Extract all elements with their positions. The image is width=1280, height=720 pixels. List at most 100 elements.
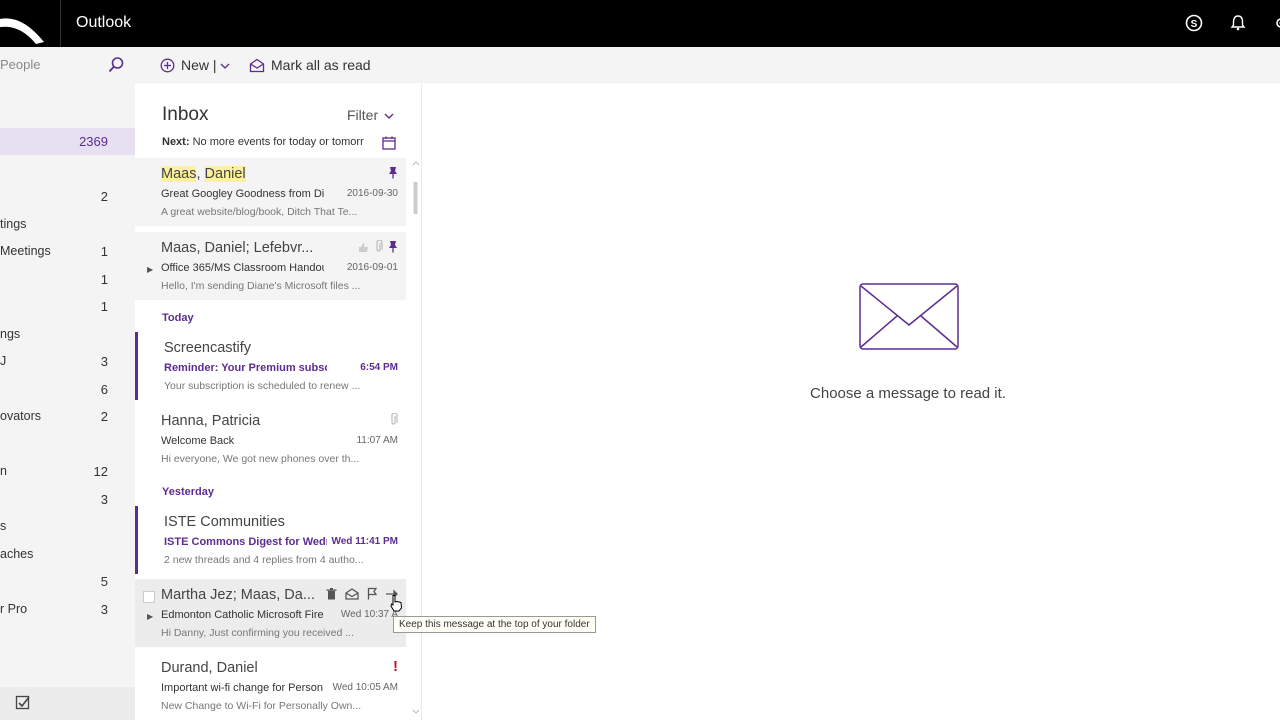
- folder-unread-count: 6: [100, 381, 108, 397]
- next-event-bar[interactable]: Next: No more events for today or tomorr: [162, 136, 372, 148]
- folder-pane-footer: [0, 687, 135, 720]
- message-actions: [389, 412, 398, 431]
- chevron-down-icon: [384, 107, 394, 123]
- message-item[interactable]: Durand, Daniel ! Important wi-fi change …: [135, 652, 406, 720]
- plus-circle-icon: [160, 58, 175, 72]
- delete-icon[interactable]: [326, 587, 337, 605]
- message-preview: 2 new threads and 4 replies from 4 autho…: [164, 554, 364, 566]
- folder-unread-count: 1: [100, 299, 108, 314]
- message-preview: Hi Danny, Just confirming you received .…: [161, 627, 354, 639]
- high-importance-icon: !: [393, 658, 398, 675]
- section-header-yesterday: Yesterday: [162, 486, 214, 498]
- message-time: Wed 11:41 PM: [331, 536, 398, 547]
- message-item[interactable]: Screencastify Reminder: Your Premium sub…: [135, 332, 406, 400]
- message-preview: Your subscription is scheduled to renew …: [164, 380, 361, 392]
- app-title[interactable]: Outlook: [76, 14, 131, 32]
- folder-label: s: [0, 519, 7, 533]
- mark-all-read-button[interactable]: Mark all as read: [249, 57, 371, 73]
- folder-unread-count: 2: [100, 189, 108, 204]
- attachment-icon: [389, 412, 398, 431]
- folder-item[interactable]: ngs: [0, 321, 135, 348]
- notifications-bell-icon[interactable]: [1228, 13, 1248, 33]
- folder-unread-count: 12: [93, 464, 108, 479]
- next-event-text: No more events for today or tomorr: [192, 136, 364, 148]
- message-item[interactable]: Maas, Daniel; Lefebvr... ▶ Office 365/MS…: [135, 232, 406, 300]
- folder-pane: People 2369 2 tings Meetings 1 1 1 ngs J 3 6 ovator…: [0, 47, 135, 720]
- folder-unread-count: 2369: [79, 134, 108, 149]
- expand-conversation-icon[interactable]: ▶: [147, 612, 153, 621]
- message-subject: Important wi-fi change for Person: [161, 682, 324, 694]
- message-item[interactable]: Maas, Daniel Great Googley Goodness from…: [135, 158, 406, 226]
- filter-button[interactable]: Filter: [347, 107, 394, 123]
- filter-label: Filter: [347, 107, 379, 123]
- message-subject: Edmonton Catholic Microsoft Fire: [161, 609, 324, 621]
- folder-unread-count: 5: [100, 574, 108, 589]
- flag-icon[interactable]: [367, 587, 378, 605]
- folder-label: tings: [0, 216, 27, 231]
- folder-item[interactable]: 2369: [0, 128, 135, 155]
- message-preview: Hello, I'm sending Diane's Microsoft fil…: [161, 280, 361, 292]
- search-icon[interactable]: [107, 56, 125, 79]
- folder-unread-count: 3: [100, 354, 108, 369]
- app-launcher-logo[interactable]: [0, 0, 61, 47]
- top-bar: Outlook S: [0, 0, 1280, 47]
- message-actions: [388, 166, 398, 184]
- folder-item[interactable]: s: [0, 513, 135, 540]
- message-item[interactable]: ISTE Communities ISTE Commons Digest for…: [135, 506, 406, 574]
- folder-item[interactable]: tings: [0, 211, 135, 238]
- folder-item[interactable]: ovators 2: [0, 403, 135, 430]
- folder-item[interactable]: 5: [0, 568, 135, 595]
- folder-item[interactable]: 2: [0, 183, 135, 210]
- folder-item[interactable]: r Pro 3: [0, 596, 135, 623]
- folder-unread-count: 3: [100, 491, 108, 507]
- empty-reading-message: Choose a message to read it.: [810, 385, 1006, 402]
- hand-cursor-icon: [389, 594, 403, 617]
- sender-highlight-first: Daniel: [204, 166, 246, 182]
- section-header-today: Today: [162, 312, 194, 324]
- message-sender: Maas, Daniel; Lefebvr...: [161, 240, 314, 256]
- sender-separator: ,: [196, 166, 205, 182]
- search-box[interactable]: People: [0, 47, 135, 83]
- message-subject: Office 365/MS Classroom Handou: [161, 262, 324, 274]
- calendar-icon[interactable]: [382, 136, 396, 155]
- folder-unread-count: 1: [100, 271, 108, 287]
- pin-tooltip: Keep this message at the top of your fol…: [393, 616, 596, 633]
- folder-item[interactable]: [0, 156, 135, 183]
- folder-item[interactable]: 6: [0, 376, 135, 403]
- search-input[interactable]: People: [0, 57, 40, 72]
- message-sender: Martha Jez; Maas, Da...: [161, 587, 315, 603]
- folder-label: ovators: [0, 409, 41, 423]
- folder-label: aches: [0, 546, 34, 561]
- message-time: 6:54 PM: [360, 362, 398, 373]
- pin-icon[interactable]: [388, 240, 398, 258]
- settings-gear-icon[interactable]: [1268, 13, 1280, 33]
- folder-item[interactable]: 1: [0, 266, 135, 293]
- folder-item[interactable]: n 12: [0, 458, 135, 485]
- new-button[interactable]: New |: [160, 57, 236, 73]
- skype-icon[interactable]: S: [1184, 13, 1204, 33]
- select-checkbox[interactable]: [143, 590, 155, 608]
- folder-item[interactable]: 3: [0, 486, 135, 513]
- message-sender: ISTE Communities: [164, 514, 285, 530]
- mark-read-icon[interactable]: [345, 587, 359, 605]
- message-preview: A great website/blog/book, Ditch That Te…: [161, 206, 358, 218]
- folder-item[interactable]: 1: [0, 293, 135, 320]
- folder-unread-count: 2: [100, 409, 108, 424]
- message-sender: Hanna, Patricia: [161, 413, 261, 429]
- tasks-checkbox-icon[interactable]: [15, 695, 31, 716]
- chevron-down-icon[interactable]: [220, 57, 236, 73]
- attachment-icon: [374, 239, 383, 258]
- folder-item[interactable]: Meetings 1: [0, 238, 135, 265]
- like-icon[interactable]: [358, 240, 369, 258]
- folder-item[interactable]: aches: [0, 541, 135, 568]
- expand-conversation-icon[interactable]: ▶: [147, 265, 153, 274]
- folder-label: n: [0, 464, 7, 478]
- message-item[interactable]: Hanna, Patricia Welcome Back 11:07 AM Hi…: [135, 405, 406, 473]
- next-label: Next:: [162, 136, 190, 148]
- sender-highlight-last: Maas: [161, 166, 197, 182]
- pin-icon[interactable]: [388, 166, 398, 184]
- svg-text:S: S: [1191, 19, 1198, 30]
- folder-item[interactable]: J3: [0, 348, 135, 375]
- message-item[interactable]: Martha Jez; Maas, Da... ▶ Edmonton Catho…: [135, 579, 406, 647]
- folder-item[interactable]: [0, 431, 135, 458]
